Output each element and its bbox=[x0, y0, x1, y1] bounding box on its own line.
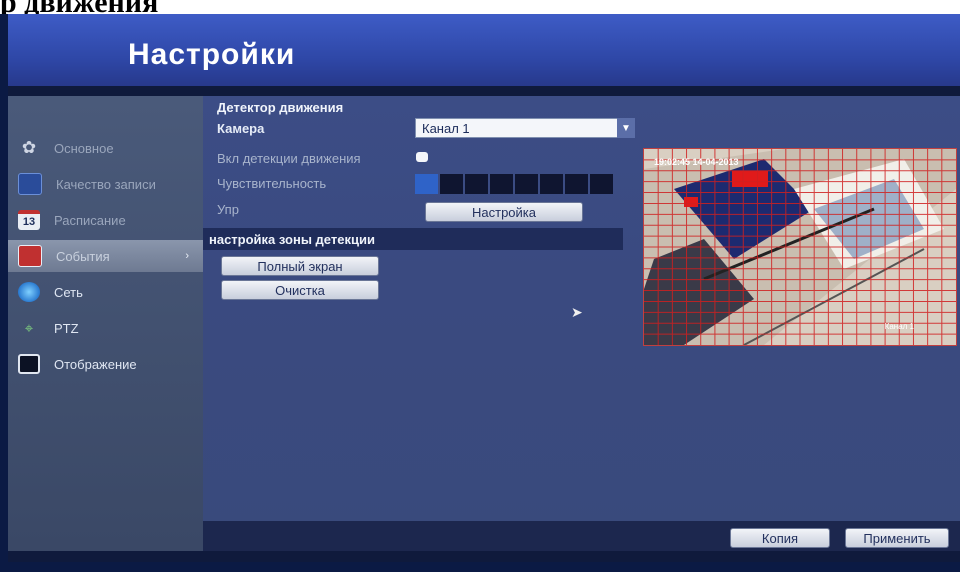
sensitivity-step[interactable] bbox=[515, 174, 538, 194]
sidebar-item-network[interactable]: Сеть bbox=[8, 276, 203, 308]
sidebar-item-schedule[interactable]: 13 Расписание bbox=[8, 204, 203, 236]
camera-label: Камера bbox=[217, 121, 265, 136]
apply-button[interactable]: Применить bbox=[845, 528, 949, 548]
header: Настройки bbox=[8, 14, 960, 86]
main-panel: Детектор движения Камера Канал 1 ▼ Вкл д… bbox=[203, 96, 960, 551]
mouse-cursor-icon: ➤ bbox=[571, 304, 583, 320]
sidebar-item-general[interactable]: ✿ Основное bbox=[8, 132, 203, 164]
film-icon bbox=[18, 173, 42, 195]
sidebar-item-display[interactable]: Отображение bbox=[8, 348, 203, 380]
camera-select[interactable]: Канал 1 ▼ bbox=[415, 118, 635, 138]
gears-icon: ✿ bbox=[21, 138, 37, 157]
camera-select-value: Канал 1 bbox=[422, 120, 470, 136]
subheader-bar bbox=[8, 86, 960, 96]
sidebar-item-label: Основное bbox=[54, 140, 114, 156]
calendar-icon: 13 bbox=[18, 210, 40, 230]
sidebar-item-label: Качество записи bbox=[56, 176, 156, 192]
sidebar-item-label: События bbox=[56, 248, 110, 264]
preview-channel-label: Канал 1 bbox=[884, 322, 914, 331]
taskbar bbox=[8, 551, 960, 562]
sensitivity-step[interactable] bbox=[490, 174, 513, 194]
sensitivity-step[interactable] bbox=[465, 174, 488, 194]
control-label: Упр bbox=[217, 202, 239, 217]
sensitivity-step[interactable] bbox=[540, 174, 563, 194]
sidebar-item-record-quality[interactable]: Качество записи bbox=[8, 168, 203, 200]
fullscreen-button[interactable]: Полный экран bbox=[221, 256, 379, 276]
sensitivity-step[interactable] bbox=[590, 174, 613, 194]
sensitivity-step[interactable] bbox=[415, 174, 438, 194]
sensitivity-slider[interactable] bbox=[415, 174, 615, 194]
preview-timestamp: 19:02:45 14-04-2013 bbox=[654, 157, 739, 167]
page-title: Настройки bbox=[128, 38, 296, 71]
camera-preview[interactable]: 19:02:45 14-04-2013 Канал 1 bbox=[643, 148, 957, 346]
sidebar-item-label: PTZ bbox=[54, 320, 79, 336]
event-flag-icon bbox=[18, 245, 42, 267]
zone-section-bar: настройка зоны детекции bbox=[203, 228, 623, 250]
sensitivity-label: Чувствительность bbox=[217, 176, 327, 191]
enable-motion-checkbox[interactable] bbox=[416, 152, 428, 162]
dvr-screen: Настройки ✿ Основное Качество записи 13 … bbox=[8, 14, 960, 562]
sensitivity-step[interactable] bbox=[440, 174, 463, 194]
setup-button[interactable]: Настройка bbox=[425, 202, 583, 222]
clear-button[interactable]: Очистка bbox=[221, 280, 379, 300]
copy-button[interactable]: Копия bbox=[730, 528, 830, 548]
ptz-camera-icon: ⌖ bbox=[24, 319, 34, 337]
sidebar-item-ptz[interactable]: ⌖ PTZ bbox=[8, 312, 203, 344]
sensitivity-step[interactable] bbox=[565, 174, 588, 194]
sidebar-item-label: Отображение bbox=[54, 356, 137, 372]
section-title: Детектор движения bbox=[217, 100, 344, 115]
sidebar-item-label: Сеть bbox=[54, 284, 83, 300]
chevron-right-icon: › bbox=[185, 250, 189, 262]
sidebar-item-label: Расписание bbox=[54, 212, 126, 228]
enable-motion-label: Вкл детекции движения bbox=[217, 151, 361, 166]
dvr-monitor: Настройки ✿ Основное Качество записи 13 … bbox=[0, 14, 960, 572]
preview-scene bbox=[644, 149, 956, 345]
network-globe-icon bbox=[18, 282, 40, 302]
sidebar-item-events[interactable]: События › bbox=[8, 240, 203, 272]
chevron-down-icon[interactable]: ▼ bbox=[617, 118, 635, 138]
sidebar: ✿ Основное Качество записи 13 Расписание… bbox=[8, 96, 203, 551]
monitor-icon bbox=[18, 354, 40, 374]
zone-section-title: настройка зоны детекции bbox=[209, 231, 375, 247]
